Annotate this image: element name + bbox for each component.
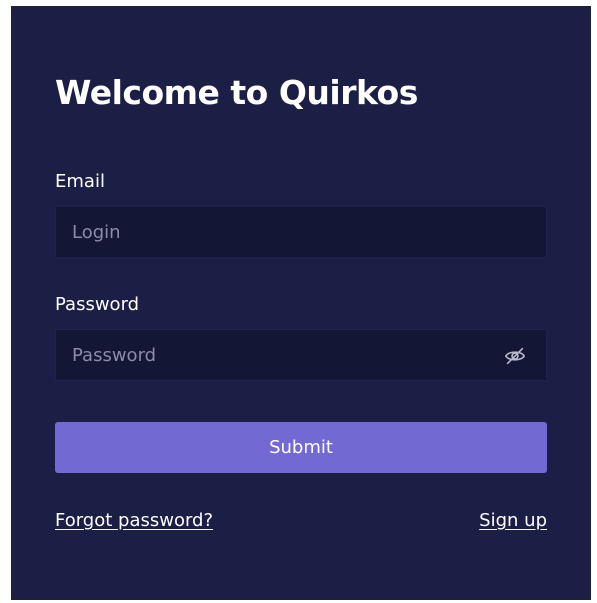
email-field-container	[55, 206, 547, 258]
submit-button[interactable]: Submit	[55, 422, 547, 473]
password-field-container	[55, 329, 547, 381]
sign-up-link[interactable]: Sign up	[479, 510, 547, 531]
login-panel: Welcome to Quirkos Email Password Submit…	[11, 6, 591, 600]
forgot-password-link[interactable]: Forgot password?	[55, 510, 213, 531]
email-field[interactable]	[56, 207, 546, 257]
eye-slash-icon[interactable]	[504, 345, 526, 367]
email-label: Email	[55, 171, 105, 192]
password-label: Password	[55, 294, 140, 315]
page-title: Welcome to Quirkos	[55, 73, 418, 112]
password-field[interactable]	[56, 330, 546, 380]
